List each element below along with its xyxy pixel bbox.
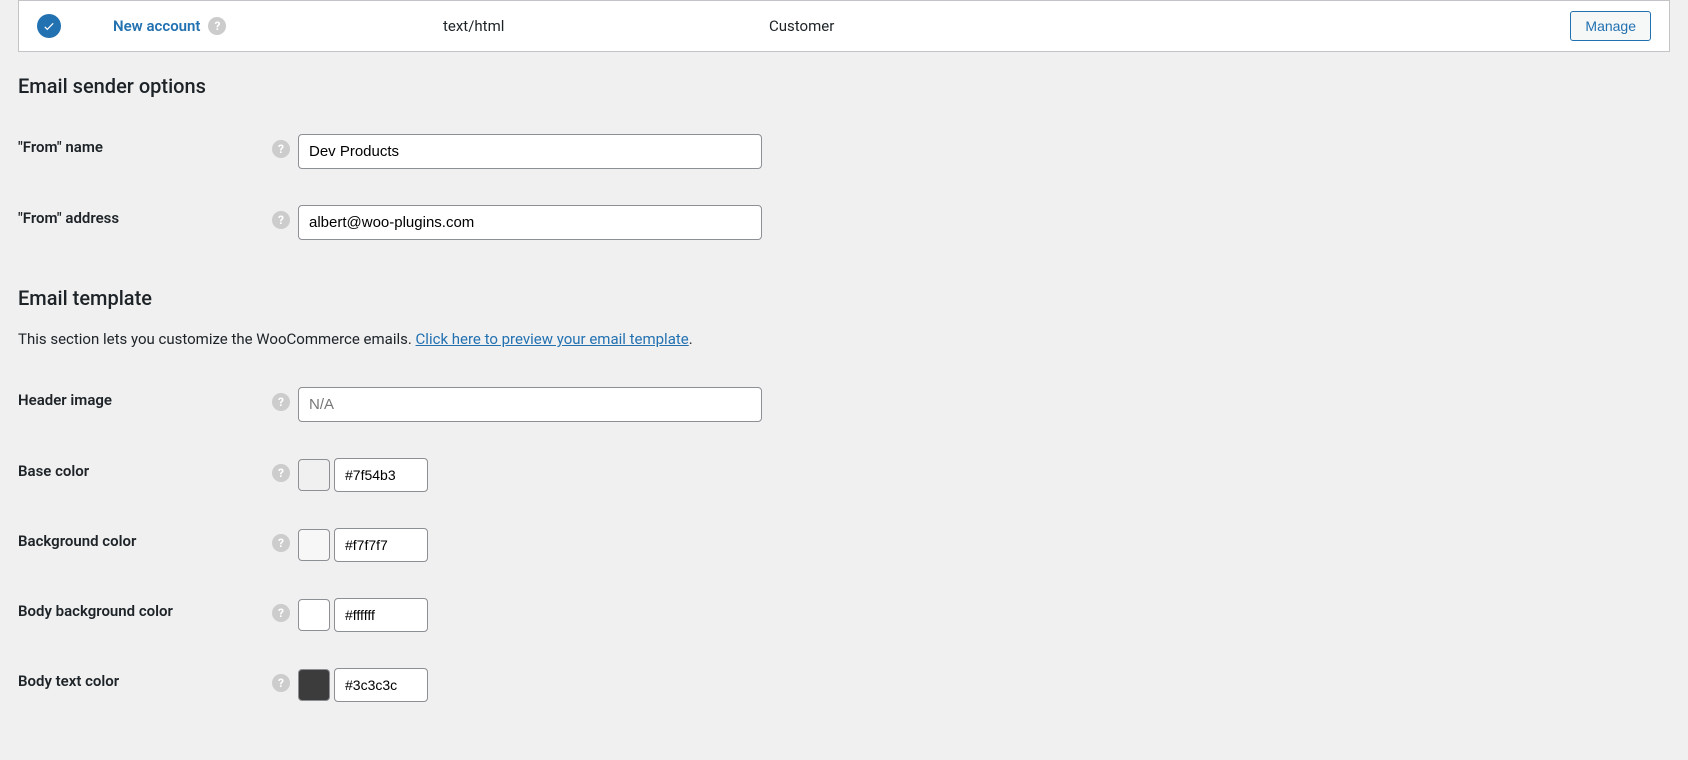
body-text-color-input[interactable] [334,668,428,702]
from-address-input[interactable] [298,205,762,240]
body-background-color-input[interactable] [334,598,428,632]
manage-button[interactable]: Manage [1570,11,1651,41]
from-name-input[interactable] [298,134,762,169]
base-color-label: Base color [18,440,262,510]
status-enabled-icon [37,14,61,38]
base-color-input[interactable] [334,458,428,492]
help-icon[interactable]: ? [272,211,290,229]
desc-text-after: . [689,330,693,348]
background-color-input[interactable] [334,528,428,562]
email-name-link[interactable]: New account [113,17,200,35]
help-icon[interactable]: ? [272,674,290,692]
body-background-color-label: Body background color [18,580,262,650]
body-background-color-swatch[interactable] [298,599,330,631]
background-color-label: Background color [18,510,262,580]
help-icon[interactable]: ? [208,17,226,35]
email-template-heading: Email template [18,286,1670,310]
help-icon[interactable]: ? [272,534,290,552]
background-color-swatch[interactable] [298,529,330,561]
email-notification-row: New account ? text/html Customer Manage [18,0,1670,52]
from-name-label: "From" name [18,116,262,187]
desc-text: This section lets you customize the WooC… [18,330,416,348]
preview-template-link[interactable]: Click here to preview your email templat… [416,330,689,348]
header-image-input[interactable] [298,387,762,422]
body-text-color-swatch[interactable] [298,669,330,701]
help-icon[interactable]: ? [272,393,290,411]
email-template-description: This section lets you customize the WooC… [18,328,1670,351]
from-address-label: "From" address [18,187,262,258]
email-content-type: text/html [443,17,769,35]
email-recipient: Customer [769,17,1570,35]
header-image-label: Header image [18,369,262,440]
help-icon[interactable]: ? [272,140,290,158]
body-text-color-label: Body text color [18,650,262,720]
base-color-swatch[interactable] [298,459,330,491]
help-icon[interactable]: ? [272,604,290,622]
help-icon[interactable]: ? [272,464,290,482]
sender-options-heading: Email sender options [18,74,1670,98]
